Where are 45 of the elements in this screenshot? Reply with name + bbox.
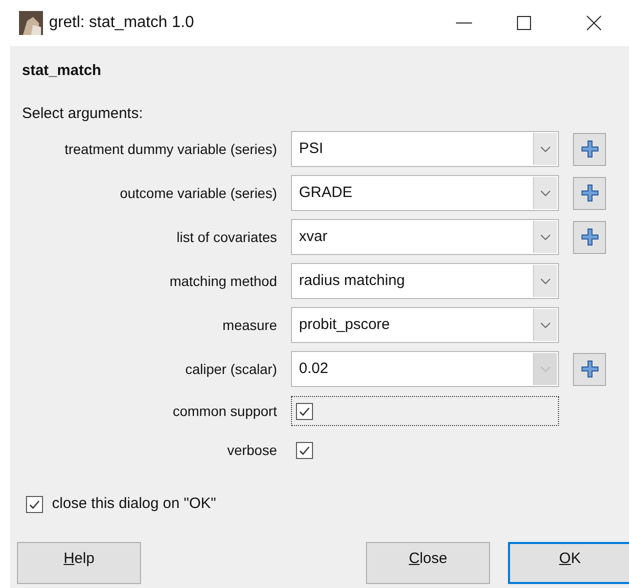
chevron-down-icon <box>540 366 551 372</box>
window-title: gretl: stat_match 1.0 <box>49 13 194 33</box>
minimize-icon <box>456 22 472 24</box>
add-button[interactable] <box>573 176 606 210</box>
field-label: matching method <box>168 272 278 291</box>
chevron-down-icon <box>540 322 551 328</box>
dropdown[interactable]: probit_pscore <box>291 307 559 343</box>
chevron-down-icon <box>540 278 551 284</box>
field-label: list of covariates <box>176 228 278 246</box>
dropdown-value: 0.02 <box>298 358 330 379</box>
dropdown-value: GRADE <box>298 182 354 203</box>
field-label: treatment dummy variable (series) <box>64 140 278 159</box>
dropdown[interactable]: xvar <box>291 219 559 255</box>
add-button[interactable] <box>573 132 606 166</box>
chevron-down-icon <box>540 146 551 152</box>
dropdown-value: PSI <box>298 138 324 159</box>
chevron-down-icon <box>540 190 551 196</box>
dialog-heading: stat_match <box>22 61 102 81</box>
checkbox[interactable] <box>296 442 313 458</box>
plus-icon <box>580 359 600 379</box>
maximize-icon <box>516 15 532 31</box>
chevron-down-icon <box>540 234 551 240</box>
field-label: outcome variable (series) <box>118 184 278 203</box>
plus-icon <box>580 183 600 203</box>
section-label: Select arguments: <box>22 104 144 124</box>
dropdown-value: radius matching <box>298 270 406 291</box>
dialog-button[interactable]: Close <box>366 542 490 584</box>
dropdown-value: probit_pscore <box>298 314 391 335</box>
dropdown[interactable]: GRADE <box>291 175 559 211</box>
checkbox[interactable] <box>296 402 313 420</box>
field-label: verbose <box>226 440 278 460</box>
plus-icon <box>580 227 600 247</box>
field-label: measure <box>222 316 278 334</box>
add-button[interactable] <box>573 220 606 254</box>
dropdown[interactable]: PSI <box>291 131 559 167</box>
dropdown-value: xvar <box>298 226 328 247</box>
app-icon <box>19 11 43 35</box>
checkbox[interactable] <box>26 496 43 513</box>
dialog-button[interactable]: Help <box>17 542 141 584</box>
field-label: caliper (scalar) <box>184 360 278 379</box>
checkbox-label: close this dialog on "OK" <box>52 494 216 514</box>
dropdown[interactable]: radius matching <box>291 263 559 299</box>
field-label: common support <box>172 402 278 421</box>
dialog-button[interactable]: OK <box>508 542 629 584</box>
plus-icon <box>580 139 600 159</box>
